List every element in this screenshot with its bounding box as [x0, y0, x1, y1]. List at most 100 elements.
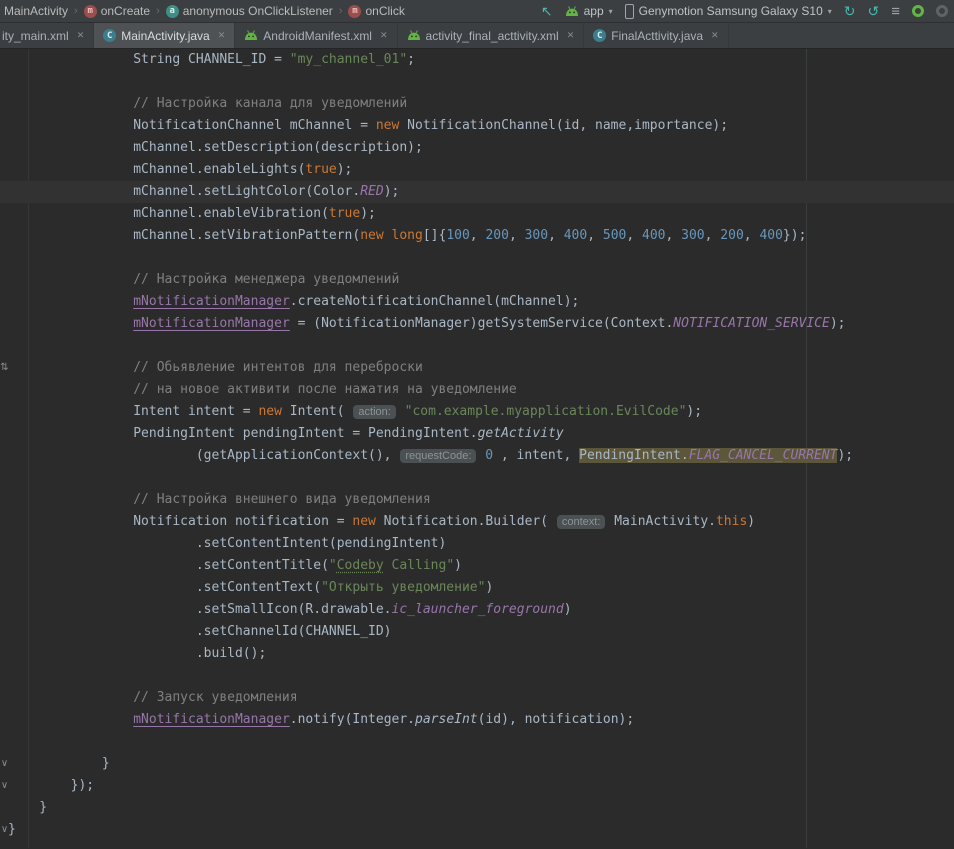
- code-line[interactable]: .build();: [0, 643, 954, 665]
- code-token: );: [384, 184, 400, 199]
- close-icon[interactable]: ✕: [711, 30, 719, 41]
- code-line[interactable]: Intent intent = new Intent( action: "com…: [0, 401, 954, 423]
- list-icon[interactable]: ≡: [891, 4, 900, 19]
- code-line[interactable]: ⇅ // Обьявление интентов для переброски: [0, 357, 954, 379]
- code-line[interactable]: [0, 71, 954, 93]
- code-token: [8, 316, 133, 331]
- code-token: );: [830, 316, 846, 331]
- code-line[interactable]: // Настройка внешнего вида уведомления: [0, 489, 954, 511]
- code-line[interactable]: mChannel.enableLights(true);: [0, 159, 954, 181]
- fold-marker-icon[interactable]: ∨: [0, 775, 9, 797]
- code-line[interactable]: mNotificationManager = (NotificationMana…: [0, 313, 954, 335]
- breadcrumb-item-oncreate[interactable]: monCreate: [82, 4, 152, 18]
- code-token: new: [352, 514, 375, 529]
- code-line[interactable]: [0, 247, 954, 269]
- toolbar: ↖ app ▾ Genymotion Samsung Galaxy S10 ▾ …: [541, 4, 948, 19]
- code-token: mChannel.enableLights(: [8, 162, 305, 177]
- code-token: 300: [525, 228, 548, 243]
- code-token: });: [783, 228, 806, 243]
- settings-gray-icon[interactable]: [936, 5, 948, 17]
- code-token: action:: [353, 405, 395, 419]
- sync-icon[interactable]: ↻: [844, 4, 856, 18]
- code-line[interactable]: Notification notification = new Notifica…: [0, 511, 954, 533]
- code-token: 400: [642, 228, 665, 243]
- code-line[interactable]: [0, 335, 954, 357]
- code-token: Intent intent =: [8, 404, 258, 419]
- code-token: );: [360, 206, 376, 221]
- editor[interactable]: String CHANNEL_ID = "my_channel_01"; // …: [0, 49, 954, 848]
- code-line[interactable]: [0, 731, 954, 753]
- code-line[interactable]: (getApplicationContext(), requestCode: 0…: [0, 445, 954, 467]
- code-line[interactable]: .setSmallIcon(R.drawable.ic_launcher_for…: [0, 599, 954, 621]
- pointer-icon[interactable]: ↖: [541, 4, 553, 18]
- breadcrumb-label: onCreate: [101, 4, 150, 18]
- code-line[interactable]: ∨}: [0, 819, 954, 841]
- code-line[interactable]: // на новое активити после нажатия на ув…: [0, 379, 954, 401]
- breadcrumb-item-onclick[interactable]: monClick: [346, 4, 406, 18]
- code-line[interactable]: }: [0, 797, 954, 819]
- code-token: .createNotificationChannel(mChannel);: [290, 294, 580, 309]
- code-line[interactable]: PendingIntent pendingIntent = PendingInt…: [0, 423, 954, 445]
- code-token: Calling": [384, 558, 454, 573]
- code-token: .setContentText(: [8, 580, 321, 595]
- code-line[interactable]: String CHANNEL_ID = "my_channel_01";: [0, 49, 954, 71]
- fold-marker-icon[interactable]: ∨: [0, 819, 9, 841]
- code-token: mNotificationManager: [133, 316, 290, 331]
- code-line[interactable]: mChannel.setDescription(description);: [0, 137, 954, 159]
- code-token: long: [392, 228, 423, 243]
- class-icon: C: [593, 29, 606, 42]
- rotate-icon[interactable]: ↺: [868, 4, 880, 18]
- code-line[interactable]: mNotificationManager.createNotificationC…: [0, 291, 954, 313]
- code-token: mChannel.setLightColor(Color.: [8, 184, 360, 199]
- anonymous-class-icon: a: [166, 5, 179, 18]
- code-token: "Открыть уведомление": [321, 580, 485, 595]
- code-line[interactable]: ∨ });: [0, 775, 954, 797]
- close-icon[interactable]: ✕: [567, 30, 575, 41]
- close-icon[interactable]: ✕: [380, 30, 388, 41]
- code-token: 400: [759, 228, 782, 243]
- code-line[interactable]: .setChannelId(CHANNEL_ID): [0, 621, 954, 643]
- code-line[interactable]: NotificationChannel mChannel = new Notif…: [0, 115, 954, 137]
- code-line[interactable]: .setContentIntent(pendingIntent): [0, 533, 954, 555]
- code-token: mChannel.enableVibration(: [8, 206, 329, 221]
- tab-mainactivity-java[interactable]: CMainActivity.java✕: [94, 23, 235, 48]
- tab-ity-main-xml[interactable]: ity_main.xml✕: [0, 23, 94, 48]
- code-line[interactable]: .setContentText("Открыть уведомление"): [0, 577, 954, 599]
- code-line[interactable]: [0, 665, 954, 687]
- code-line[interactable]: mNotificationManager.notify(Integer.pars…: [0, 709, 954, 731]
- code-token: (getApplicationContext(),: [8, 448, 399, 463]
- code-line[interactable]: mChannel.setLightColor(Color.RED);: [0, 181, 954, 203]
- code-line[interactable]: mChannel.enableVibration(true);: [0, 203, 954, 225]
- breadcrumb-separator: ›: [339, 5, 343, 17]
- code-token: .setContentTitle(: [8, 558, 329, 573]
- code-line[interactable]: [0, 467, 954, 489]
- code-area[interactable]: String CHANNEL_ID = "my_channel_01"; // …: [0, 49, 954, 841]
- code-token: }: [8, 800, 47, 815]
- run-config-selector[interactable]: app ▾: [565, 4, 613, 18]
- breadcrumb-item-anonymous-onclicklistener[interactable]: aanonymous OnClickListener: [164, 4, 335, 18]
- code-token: "com.example.myapplication.EvilCode": [405, 404, 687, 419]
- fold-marker-icon[interactable]: ∨: [0, 753, 9, 775]
- code-token: [384, 228, 392, 243]
- code-line[interactable]: // Настройка менеджера уведомлений: [0, 269, 954, 291]
- code-line[interactable]: // Настройка канала для уведомлений: [0, 93, 954, 115]
- code-line[interactable]: mChannel.setVibrationPattern(new long[]{…: [0, 225, 954, 247]
- code-line[interactable]: ∨ }: [0, 753, 954, 775]
- code-token: }: [8, 756, 110, 771]
- tab-finalacttivity-java[interactable]: CFinalActtivity.java✕: [584, 23, 728, 48]
- code-token: ): [564, 602, 572, 617]
- breadcrumb-item-mainactivity[interactable]: MainActivity: [2, 4, 70, 18]
- close-icon[interactable]: ✕: [77, 30, 85, 41]
- breadcrumb-separator: ›: [156, 5, 160, 17]
- fold-marker-icon[interactable]: ⇅: [0, 357, 9, 379]
- device-selector[interactable]: Genymotion Samsung Galaxy S10 ▾: [625, 4, 832, 19]
- tab-activity-final-acttivity-xml[interactable]: activity_final_acttivity.xml✕: [398, 23, 585, 48]
- code-token: String CHANNEL_ID =: [8, 52, 290, 67]
- code-line[interactable]: // Запуск уведомления: [0, 687, 954, 709]
- settings-green-icon[interactable]: [912, 5, 924, 17]
- code-line[interactable]: .setContentTitle("Codeby Calling"): [0, 555, 954, 577]
- close-icon[interactable]: ✕: [218, 30, 226, 41]
- tab-androidmanifest-xml[interactable]: AndroidManifest.xml✕: [235, 23, 397, 48]
- code-token: mChannel.setDescription(description);: [8, 140, 423, 155]
- code-token: [8, 712, 133, 727]
